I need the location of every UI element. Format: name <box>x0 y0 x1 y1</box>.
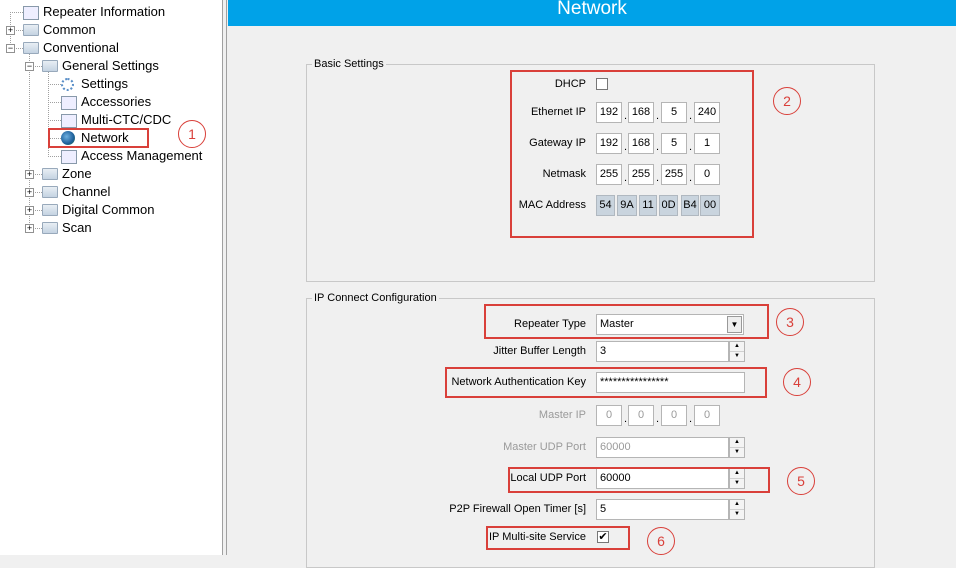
tree-item-label: Conventional <box>43 40 119 55</box>
jitter-buffer-input[interactable]: 3 <box>596 341 729 362</box>
spinner[interactable]: ▲ ▼ <box>729 341 745 362</box>
annotation-box <box>484 304 769 339</box>
tree-item-label: Common <box>43 22 96 37</box>
p2p-timer-input[interactable]: 5 <box>596 499 729 520</box>
ipconf-master_ip-label: Master IP <box>538 409 586 421</box>
folder-icon <box>42 222 58 234</box>
tree-item-label: Scan <box>62 220 92 235</box>
spin-up-icon[interactable]: ▲ <box>730 438 744 448</box>
annotation-box <box>445 367 767 398</box>
tree-item-label: Access Management <box>81 148 203 163</box>
tree-item-label: Settings <box>81 76 128 91</box>
spinner[interactable]: ▲ ▼ <box>729 437 745 458</box>
spin-down-icon[interactable]: ▼ <box>730 352 744 362</box>
folder-icon <box>42 60 58 72</box>
folder-icon <box>42 168 58 180</box>
collapse-icon[interactable]: − <box>6 44 15 53</box>
tree-item-label: Accessories <box>81 94 152 109</box>
spinner[interactable]: ▲ ▼ <box>729 499 745 520</box>
page-title: Network <box>228 0 956 26</box>
expand-icon[interactable]: + <box>25 188 34 197</box>
folder-icon <box>23 42 39 54</box>
expand-icon[interactable]: + <box>25 170 34 179</box>
expand-icon[interactable]: + <box>6 26 15 35</box>
annotation-number: 1 <box>178 120 206 148</box>
tree-item-label: General Settings <box>62 58 159 73</box>
basic-settings-title: Basic Settings <box>312 58 386 70</box>
ip-octet-field: 0 <box>628 405 654 426</box>
spin-up-icon[interactable]: ▲ <box>730 342 744 352</box>
annotation-box <box>508 467 770 493</box>
spin-down-icon[interactable]: ▼ <box>730 448 744 458</box>
annotation-box <box>486 526 630 550</box>
expand-icon[interactable]: + <box>25 224 34 233</box>
annotation-box <box>48 128 149 148</box>
master-udp-port-input: 60000 <box>596 437 729 458</box>
document-icon <box>23 6 39 20</box>
annotation-number: 4 <box>783 368 811 396</box>
ipconf-master_udp-label: Master UDP Port <box>503 441 586 453</box>
tree-item-label: Channel <box>62 184 111 199</box>
spin-up-icon[interactable]: ▲ <box>730 500 744 510</box>
splitter[interactable] <box>223 0 227 555</box>
folder-icon <box>42 186 58 198</box>
tree-item-label: Multi-CTC/CDC <box>81 112 172 127</box>
annotation-box <box>510 70 754 238</box>
ipconf-jitter-label: Jitter Buffer Length <box>493 345 586 357</box>
folder-icon <box>42 204 58 216</box>
accessories-icon <box>61 96 77 110</box>
gear-icon <box>61 78 74 91</box>
annotation-number: 5 <box>787 467 815 495</box>
folder-icon <box>23 24 39 36</box>
annotation-number: 6 <box>647 527 675 555</box>
ipconf-p2p-label: P2P Firewall Open Timer [s] <box>449 503 586 515</box>
expand-icon[interactable]: + <box>25 206 34 215</box>
annotation-number: 2 <box>773 87 801 115</box>
ip-octet-field: 0 <box>694 405 720 426</box>
ip-octet-field: 0 <box>661 405 687 426</box>
collapse-icon[interactable]: − <box>25 62 34 71</box>
tree-item-label: Digital Common <box>62 202 155 217</box>
navigation-tree: Repeater Information Common + Conventional −… <box>0 0 223 555</box>
ip-octet-field: 0 <box>596 405 622 426</box>
ip-connect-title: IP Connect Configuration <box>312 292 439 304</box>
tree-item-label: Repeater Information <box>43 4 166 19</box>
annotation-number: 3 <box>776 308 804 336</box>
access-management-icon <box>61 150 77 164</box>
multi-ctc-icon <box>61 114 77 128</box>
spin-down-icon[interactable]: ▼ <box>730 510 744 520</box>
tree-item-label: Zone <box>62 166 92 181</box>
